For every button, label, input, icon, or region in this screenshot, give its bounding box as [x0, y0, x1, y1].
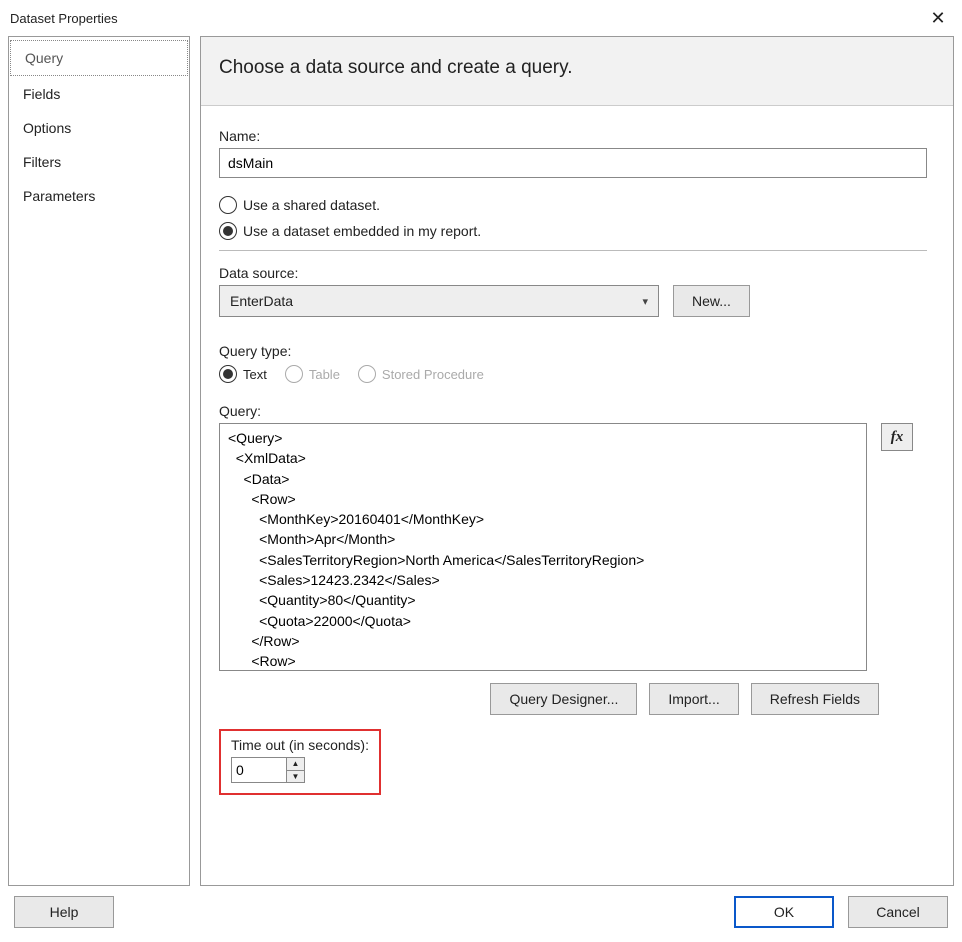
sidebar: Query Fields Options Filters Parameters [8, 36, 190, 886]
name-input[interactable] [219, 148, 927, 178]
content-pane: Choose a data source and create a query.… [200, 36, 954, 886]
chevron-down-icon: ▾ [642, 295, 648, 308]
radio-query-type-stored-label: Stored Procedure [382, 367, 484, 382]
separator [219, 250, 927, 251]
radio-query-type-table [285, 365, 303, 383]
spinner-up-icon[interactable]: ▲ [287, 758, 304, 771]
radio-query-type-stored [358, 365, 376, 383]
timeout-highlight: Time out (in seconds): ▲ ▼ [219, 729, 381, 795]
query-textarea[interactable] [219, 423, 867, 671]
radio-shared-dataset-label: Use a shared dataset. [243, 197, 380, 213]
timeout-spinner[interactable]: ▲ ▼ [231, 757, 305, 783]
data-source-dropdown[interactable]: EnterData ▾ [219, 285, 659, 317]
page-heading: Choose a data source and create a query. [201, 37, 953, 106]
name-label: Name: [219, 128, 935, 144]
query-label: Query: [219, 403, 935, 419]
close-icon[interactable]: ✕ [926, 6, 950, 30]
window-title: Dataset Properties [10, 11, 118, 26]
sidebar-item-filters[interactable]: Filters [9, 145, 189, 179]
radio-query-type-table-label: Table [309, 367, 340, 382]
import-button[interactable]: Import... [649, 683, 738, 715]
sidebar-item-options[interactable]: Options [9, 111, 189, 145]
ok-button[interactable]: OK [734, 896, 834, 928]
data-source-value: EnterData [230, 293, 293, 309]
cancel-button[interactable]: Cancel [848, 896, 948, 928]
query-type-label: Query type: [219, 343, 935, 359]
timeout-label: Time out (in seconds): [231, 737, 369, 753]
new-data-source-button[interactable]: New... [673, 285, 750, 317]
sidebar-item-parameters[interactable]: Parameters [9, 179, 189, 213]
expression-fx-button[interactable]: fx [881, 423, 913, 451]
sidebar-item-query[interactable]: Query [10, 40, 188, 76]
timeout-input[interactable] [232, 758, 286, 782]
radio-shared-dataset[interactable] [219, 196, 237, 214]
radio-embedded-dataset[interactable] [219, 222, 237, 240]
help-button[interactable]: Help [14, 896, 114, 928]
refresh-fields-button[interactable]: Refresh Fields [751, 683, 879, 715]
spinner-down-icon[interactable]: ▼ [287, 771, 304, 783]
radio-query-type-text[interactable] [219, 365, 237, 383]
data-source-label: Data source: [219, 265, 935, 281]
radio-query-type-text-label: Text [243, 367, 267, 382]
radio-embedded-dataset-label: Use a dataset embedded in my report. [243, 223, 481, 239]
query-designer-button[interactable]: Query Designer... [490, 683, 637, 715]
sidebar-item-fields[interactable]: Fields [9, 77, 189, 111]
